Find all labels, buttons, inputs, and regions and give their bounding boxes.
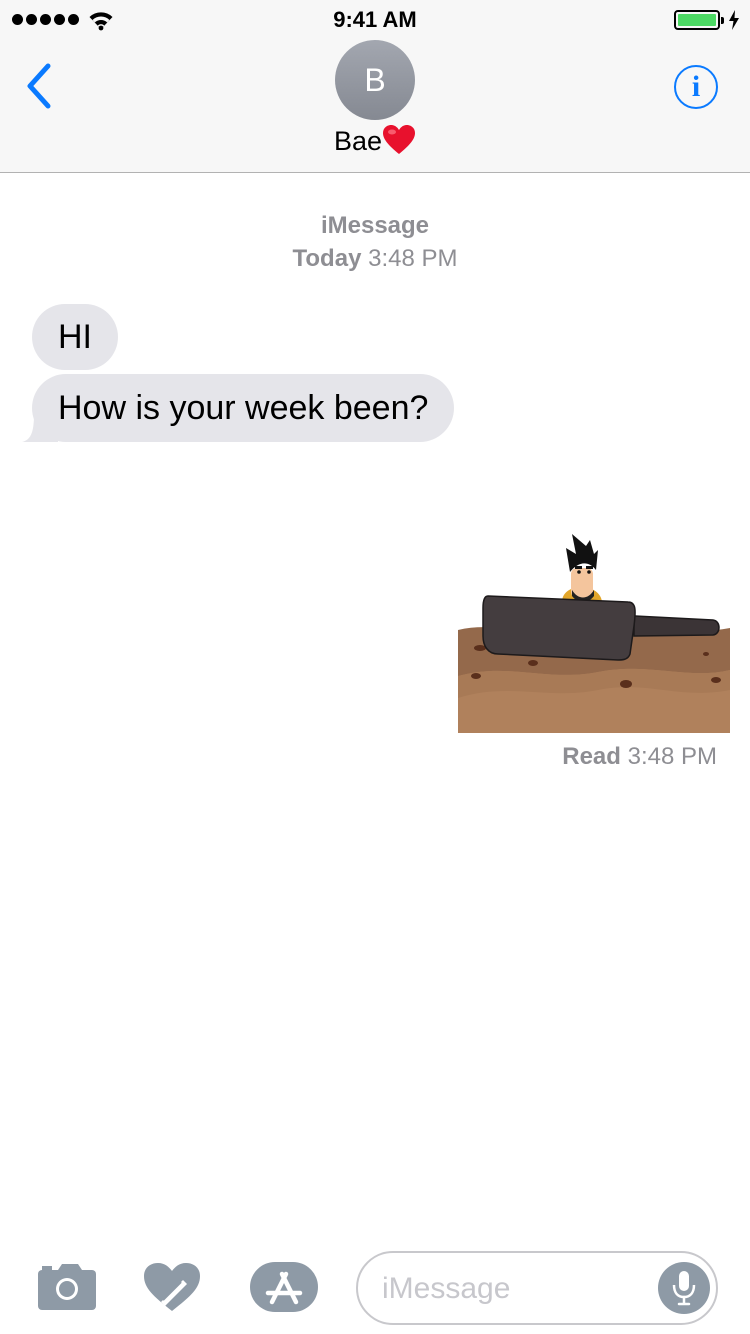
message-input-field[interactable] — [356, 1251, 718, 1325]
read-receipt: Read 3:48 PM — [562, 743, 717, 771]
charging-bolt-icon — [729, 10, 739, 30]
incoming-message-bubble[interactable]: HI — [32, 304, 118, 370]
incoming-message-bubble[interactable]: How is your week been? — [32, 374, 455, 442]
digital-touch-button[interactable] — [143, 1262, 201, 1312]
back-button[interactable] — [20, 60, 60, 112]
microphone-button[interactable] — [658, 1262, 710, 1314]
message-text: How is your week been? — [58, 388, 429, 427]
avatar-initial: B — [364, 61, 386, 98]
camera-button[interactable] — [38, 1262, 96, 1312]
microphone-icon — [672, 1271, 696, 1306]
frying-pan-boat-sticker[interactable] — [458, 530, 730, 733]
status-bar: 9:41 AM — [0, 0, 750, 40]
contact-name[interactable]: Bae — [0, 124, 750, 157]
heart-icon — [383, 125, 416, 154]
info-icon: i — [691, 70, 701, 103]
camera-icon — [38, 1264, 96, 1310]
app-store-button[interactable] — [250, 1262, 318, 1312]
receipt-label: Read — [562, 743, 621, 770]
chevron-left-icon — [27, 63, 51, 109]
contact-avatar[interactable]: B — [335, 40, 415, 120]
digital-touch-heart-icon — [144, 1263, 200, 1311]
info-button[interactable]: i — [674, 65, 718, 109]
contact-name-text: Bae — [333, 126, 383, 156]
service-label: iMessage — [320, 212, 430, 239]
status-time: 9:41 AM — [333, 7, 417, 32]
message-input[interactable] — [382, 1267, 642, 1311]
receipt-time: 3:48 PM — [627, 743, 717, 770]
message-text: HI — [58, 317, 92, 356]
timestamp-time: 3:48 PM — [368, 245, 458, 272]
conversation-timestamp: Today 3:48 PM — [0, 245, 750, 273]
timestamp-day: Today — [292, 245, 362, 272]
app-store-icon — [250, 1262, 318, 1312]
battery-icon — [674, 10, 724, 30]
battery-level — [678, 14, 716, 26]
